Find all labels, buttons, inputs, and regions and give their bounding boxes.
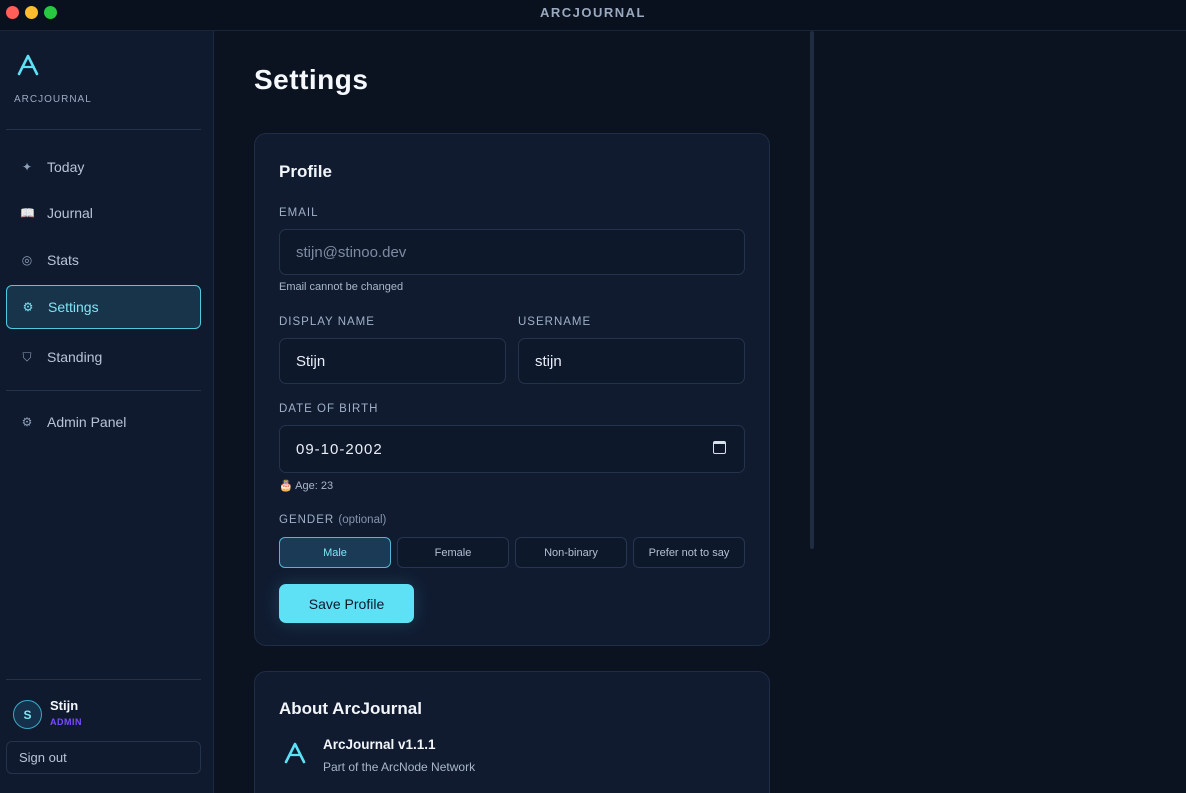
app-network: Part of the ArcNode Network [323,760,476,774]
user-role-badge: ADMIN [50,717,82,727]
scrollbar[interactable] [810,31,814,549]
gender-label: GENDER (optional) [279,514,386,526]
gender-label-text: GENDER [279,514,335,526]
sidebar-item-admin-panel[interactable]: ⚙ Admin Panel [6,400,201,444]
sidebar-item-today[interactable]: ✦ Today [6,145,201,189]
window-title: ARCJOURNAL [540,5,646,20]
gender-option-male[interactable]: Male [279,537,391,568]
about-card: About ArcJournal ArcJournal v1.1.1 Part … [254,671,770,793]
profile-card: Profile EMAIL stijn@stinoo.dev Email can… [254,133,770,646]
sign-out-button[interactable]: Sign out [6,741,201,774]
gear-icon: ⚙ [21,415,33,429]
email-label: EMAIL [279,207,319,219]
sidebar-divider [6,679,201,680]
title-bar: ARCJOURNAL [0,0,1186,31]
page-title: Settings [254,64,369,95]
sidebar-item-label: Settings [48,299,99,315]
gear-icon: ⚙ [22,300,34,314]
sidebar-item-standing[interactable]: ⛉ Standing [6,335,201,379]
sidebar-item-label: Today [47,159,85,175]
dob-value: 09-10-2002 [296,440,383,458]
email-hint: Email cannot be changed [279,281,404,293]
sidebar-item-label: Stats [47,252,79,268]
email-field[interactable]: stijn@stinoo.dev [279,229,745,275]
dob-field[interactable]: 09-10-2002 [279,425,745,473]
calendar-icon[interactable] [713,441,726,454]
about-card-title: About ArcJournal [279,699,422,718]
arcjournal-logo-icon [284,742,306,764]
sidebar-item-stats[interactable]: ◎ Stats [6,238,201,282]
sidebar-item-label: Standing [47,349,103,365]
user-name: Stijn [50,698,79,713]
username-field[interactable]: stijn [518,338,745,384]
sidebar-divider [6,129,201,130]
sidebar-item-label: Admin Panel [47,414,127,430]
sidebar-item-settings[interactable]: ⚙ Settings [6,285,201,329]
username-label: USERNAME [518,316,592,328]
gender-option-prefer-not-to-say[interactable]: Prefer not to say [633,537,745,568]
sparkle-icon: ✦ [21,160,33,174]
avatar[interactable]: S [13,700,42,729]
arcjournal-logo-icon [17,54,39,76]
display-name-field[interactable]: Stijn [279,338,506,384]
sidebar: ARCJOURNAL ✦ Today 📖 Journal ◎ Stats ⚙ S… [0,31,214,793]
display-name-label: DISPLAY NAME [279,316,375,328]
dob-label: DATE OF BIRTH [279,403,379,415]
sidebar-item-label: Journal [47,205,93,221]
gender-optional-text: (optional) [338,514,387,526]
shield-icon: ⛉ [22,349,32,364]
sidebar-item-journal[interactable]: 📖 Journal [6,191,201,235]
age-hint: 🎂 Age: 23 [279,480,334,492]
stats-icon: ◎ [21,253,33,267]
save-profile-button[interactable]: Save Profile [279,584,414,623]
brand-name: ARCJOURNAL [14,94,92,105]
book-icon: 📖 [20,206,35,220]
gender-option-non-binary[interactable]: Non-binary [515,537,627,568]
app-version: ArcJournal v1.1.1 [323,737,436,752]
gender-option-female[interactable]: Female [397,537,509,568]
profile-card-title: Profile [279,162,332,181]
sidebar-divider [6,390,201,391]
